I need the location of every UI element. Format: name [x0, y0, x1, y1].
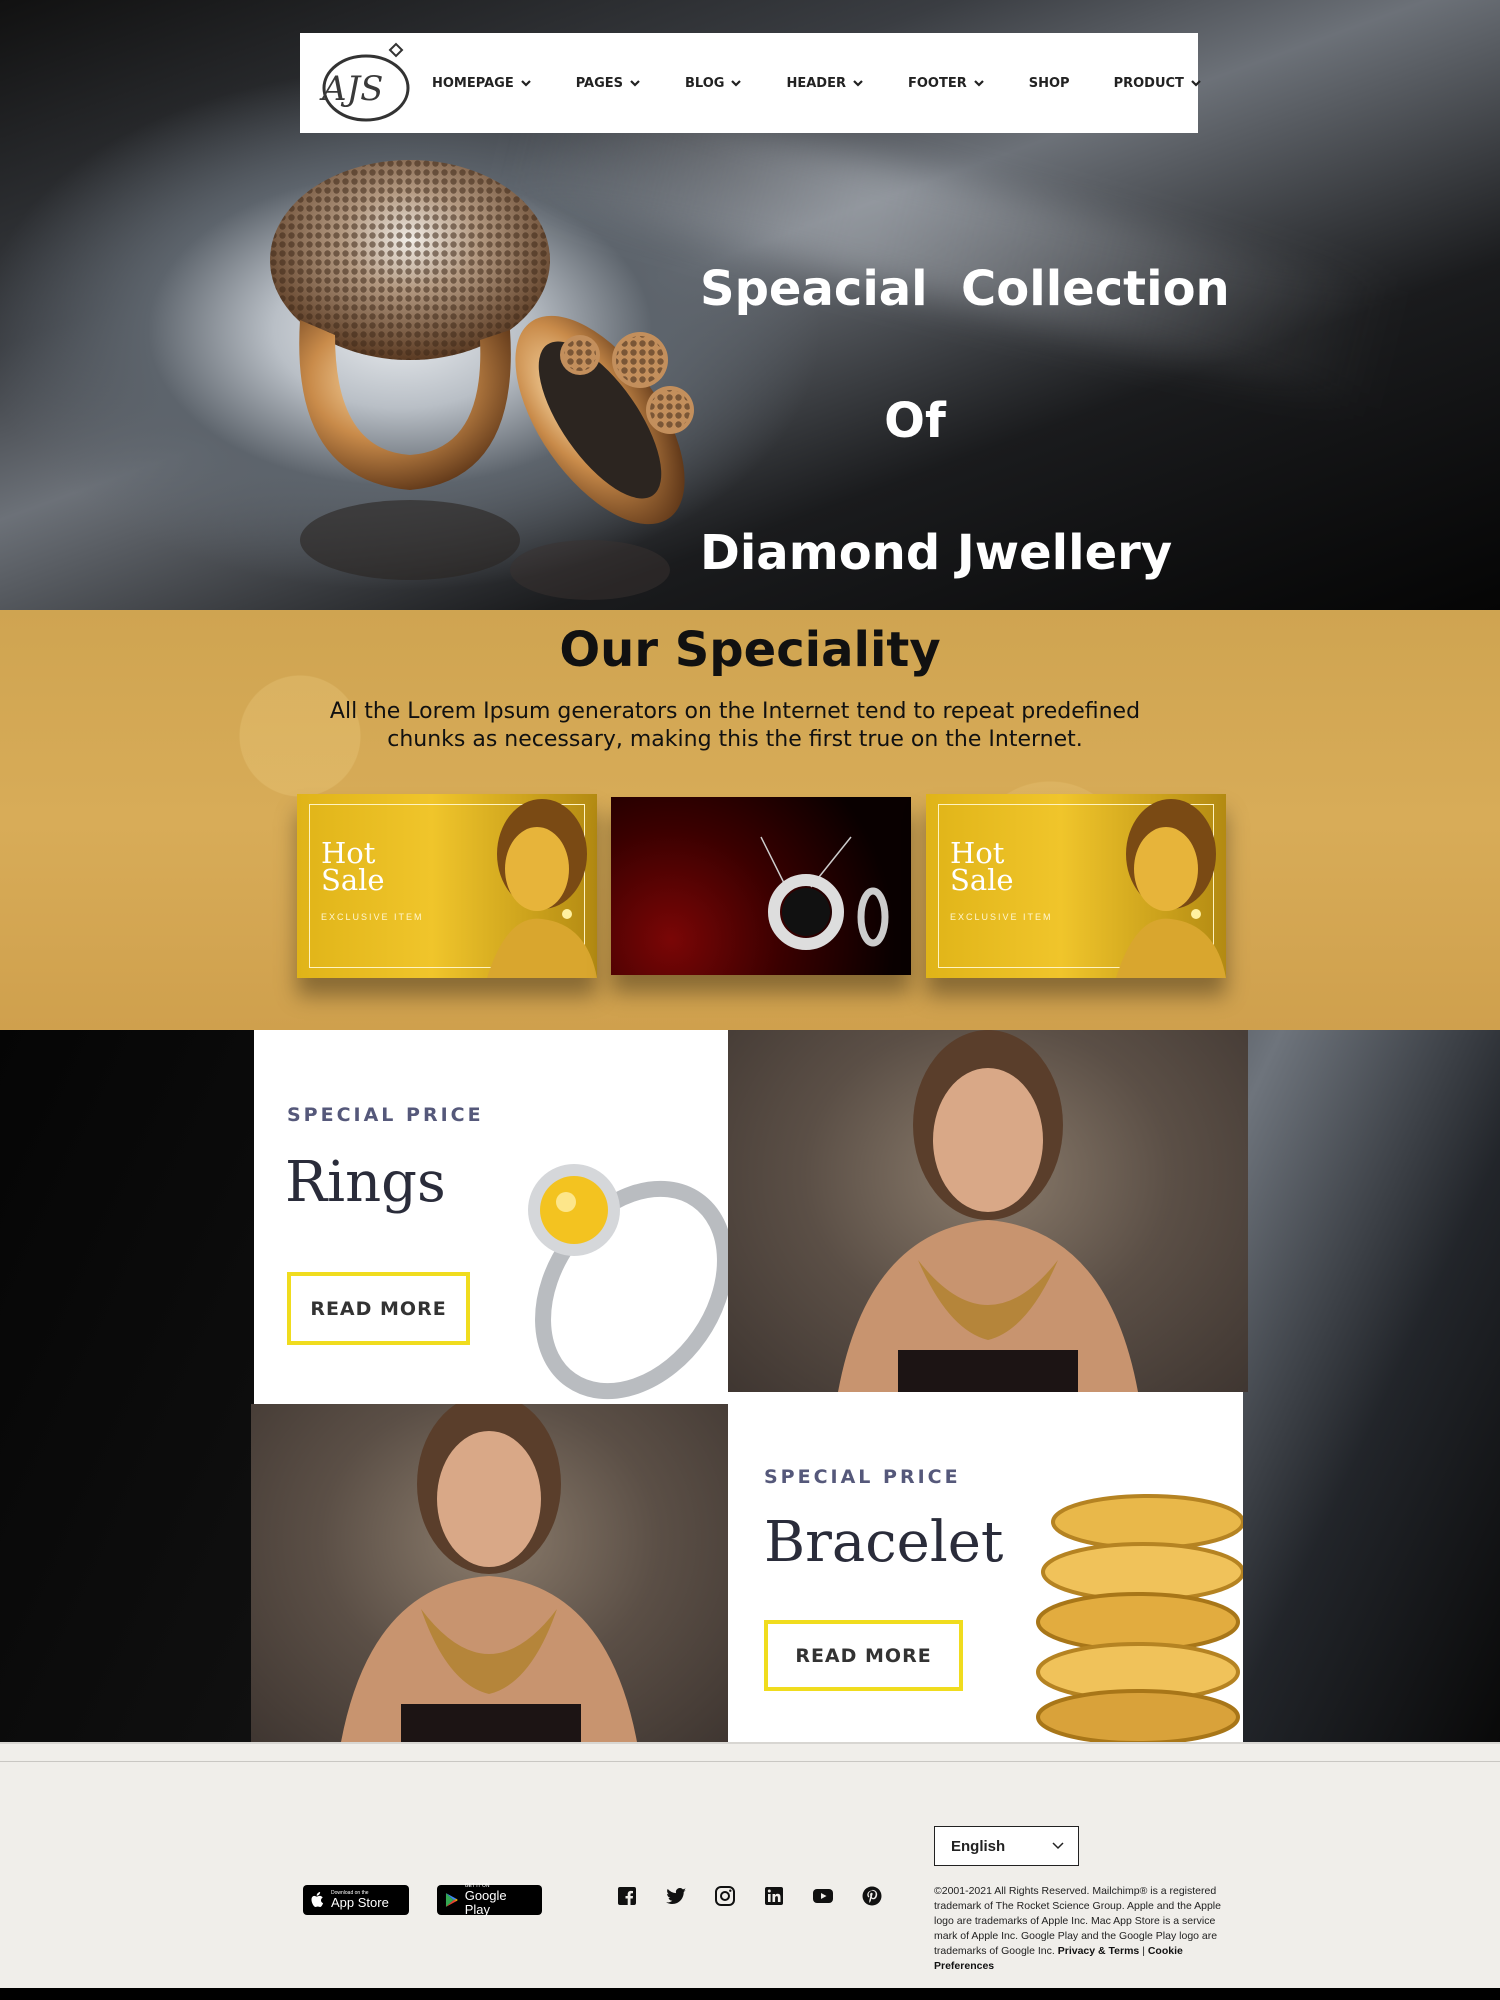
nav-item-blog[interactable]: BLOG	[685, 76, 742, 91]
top-navigation-bar: AJS HOMEPAGE PAGES BLOG HEADER FOOTER SH…	[300, 33, 1201, 133]
chevron-down-icon	[520, 80, 531, 87]
privacy-terms-link[interactable]: Privacy & Terms	[1058, 1945, 1140, 1957]
legal-separator: |	[1142, 1945, 1145, 1957]
nav-item-shop[interactable]: SHOP	[1029, 76, 1070, 91]
social-links	[615, 1884, 884, 1908]
language-value: English	[951, 1837, 1006, 1855]
product-grid-section: SPECIAL PRICE Rings READ MORE SPECIAL PR…	[0, 1030, 1500, 1742]
hot-sale-subtitle: EXCLUSIVE ITEM	[321, 912, 424, 922]
legal-notice: ©2001-2021 All Rights Reserved. Mailchim…	[934, 1884, 1234, 1974]
footer-divider	[0, 1761, 1500, 1762]
hot-sale-title: Hot Sale	[321, 836, 385, 897]
nav-item-product[interactable]: PRODUCT	[1114, 76, 1202, 91]
google-play-big: Google Play	[464, 1888, 507, 1917]
nav-item-homepage[interactable]: HOMEPAGE	[432, 76, 532, 91]
hero-line-2: Of	[884, 393, 946, 449]
app-store-big: App Store	[331, 1895, 389, 1910]
google-play-icon	[445, 1893, 458, 1907]
language-select[interactable]: English	[934, 1826, 1079, 1866]
facebook-icon[interactable]	[615, 1884, 639, 1908]
gold-bangles-image	[1036, 1494, 1243, 1742]
nav-menu: HOMEPAGE PAGES BLOG HEADER FOOTER SHOP P…	[432, 76, 1202, 91]
hero-line-1: Speacial Collection	[700, 261, 1230, 317]
rings-read-more-button[interactable]: READ MORE	[287, 1272, 470, 1345]
hot-sale-banner[interactable]: Hot Sale EXCLUSIVE ITEM	[926, 794, 1226, 978]
nav-label: PAGES	[575, 75, 624, 91]
nav-item-footer[interactable]: FOOTER	[908, 76, 985, 91]
google-play-badge[interactable]: GET IT ON Google Play	[437, 1883, 542, 1917]
pinterest-icon[interactable]	[860, 1884, 884, 1908]
chevron-down-icon	[973, 80, 984, 87]
model-portrait-image	[341, 1404, 637, 1742]
model-necklace-photo	[251, 1404, 728, 1742]
ajs-logo-mark: AJS	[319, 42, 410, 122]
speciality-title: Our Speciality	[559, 622, 941, 678]
nav-label: BLOG	[685, 75, 725, 91]
nav-item-pages[interactable]: PAGES	[576, 76, 641, 91]
twitter-icon[interactable]	[664, 1884, 688, 1908]
nav-item-header[interactable]: HEADER	[786, 76, 864, 91]
special-price-label: SPECIAL PRICE	[764, 1466, 961, 1488]
ajs-logo[interactable]: AJS	[308, 38, 416, 128]
linkedin-icon[interactable]	[762, 1884, 786, 1908]
app-store-badge[interactable]: Download on the App Store	[303, 1885, 409, 1915]
nav-label: HOMEPAGE	[432, 75, 514, 91]
chevron-down-icon	[731, 80, 742, 87]
speciality-description: All the Lorem Ipsum generators on the In…	[329, 699, 1141, 752]
special-price-label: SPECIAL PRICE	[287, 1104, 484, 1126]
bracelet-read-more-button[interactable]: READ MORE	[764, 1620, 963, 1691]
chevron-down-icon	[1052, 1842, 1064, 1850]
pendant-banner[interactable]	[611, 797, 911, 975]
rings-card: SPECIAL PRICE Rings READ MORE	[254, 1030, 728, 1404]
diamond-ring-image	[528, 1164, 728, 1400]
bottom-bar	[0, 1988, 1500, 2000]
youtube-icon[interactable]	[811, 1884, 835, 1908]
hero-rings-image	[270, 160, 694, 600]
chevron-down-icon	[1191, 80, 1201, 87]
rings-title: Rings	[285, 1150, 446, 1215]
site-footer: Download on the App Store GET IT ON Google…	[0, 1742, 1500, 2000]
hot-sale-banner[interactable]: Hot Sale EXCLUSIVE ITEM	[297, 794, 597, 978]
nav-label: HEADER	[786, 75, 846, 91]
model-portrait-image	[838, 1030, 1138, 1392]
model-portrait-image	[487, 799, 597, 978]
instagram-icon[interactable]	[713, 1884, 737, 1908]
nav-label: FOOTER	[907, 75, 967, 91]
model-necklace-photo	[728, 1030, 1248, 1392]
hot-sale-title: Hot Sale	[950, 836, 1014, 897]
pendant-necklace-image	[760, 836, 889, 950]
nav-label: SHOP	[1028, 75, 1070, 91]
bracelet-card: SPECIAL PRICE Bracelet READ MORE	[728, 1392, 1243, 1742]
nav-label: PRODUCT	[1113, 75, 1184, 91]
hero-line-3: Diamond Jwellery	[700, 525, 1173, 581]
hero-section: AJS HOMEPAGE PAGES BLOG HEADER FOOTER SH…	[0, 0, 1500, 610]
model-portrait-image	[1116, 799, 1226, 978]
hero-headline: Speacial Collection Of Diamond Jwellery	[700, 190, 1260, 610]
bracelet-title: Bracelet	[764, 1510, 1004, 1575]
chevron-down-icon	[853, 80, 863, 87]
speciality-section: Our Speciality All the Lorem Ipsum gener…	[0, 610, 1500, 1030]
hot-sale-subtitle: EXCLUSIVE ITEM	[950, 912, 1053, 922]
apple-icon	[311, 1892, 324, 1907]
logo-text: AJS	[319, 69, 383, 109]
chevron-down-icon	[630, 80, 640, 87]
